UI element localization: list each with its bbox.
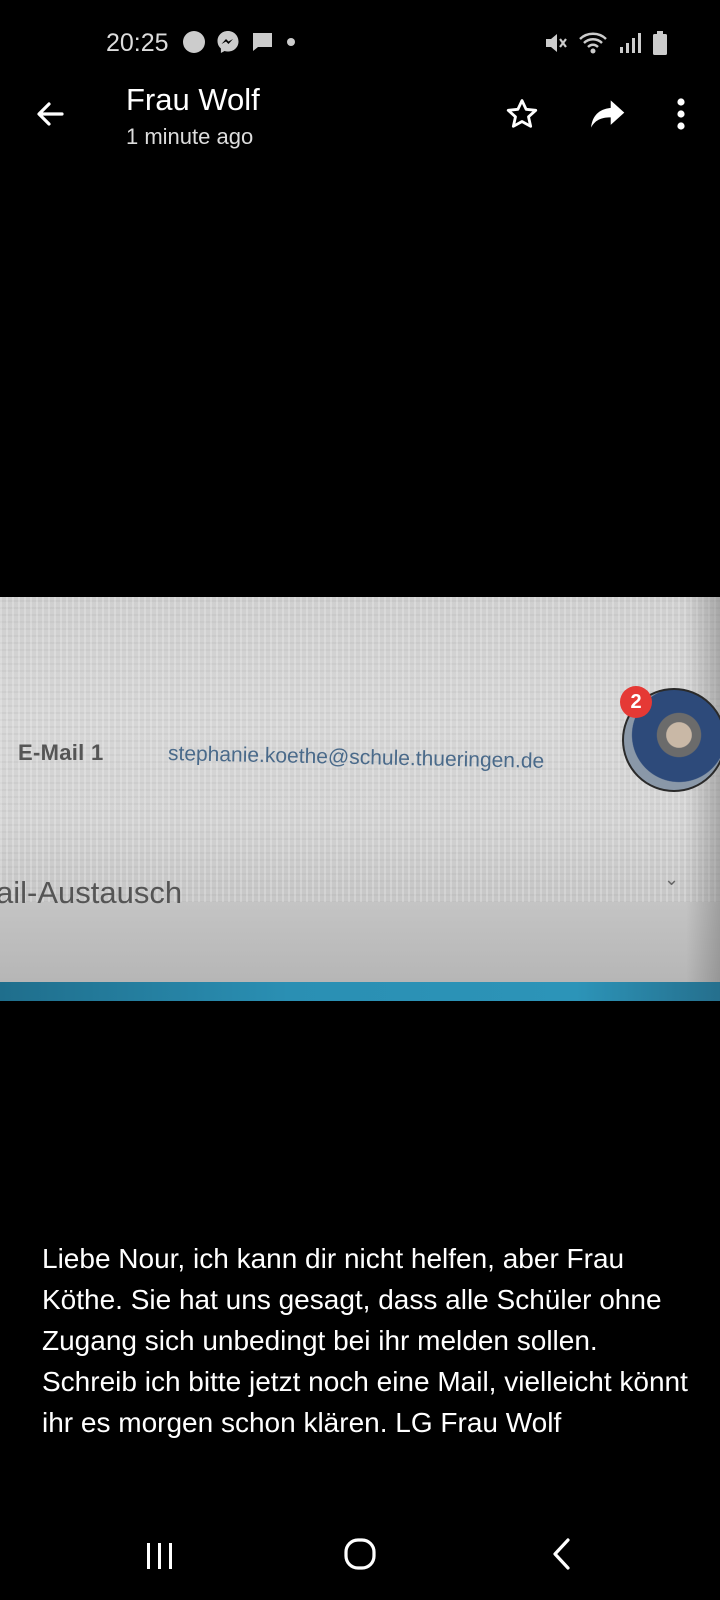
more-options-button[interactable]: [664, 92, 698, 136]
recent-apps-icon: [147, 1543, 172, 1569]
recent-apps-button[interactable]: [140, 1536, 180, 1576]
system-nav-bar: [0, 1520, 720, 1600]
arrow-left-icon: [37, 102, 64, 126]
unread-badge: 2: [620, 686, 652, 718]
star-icon: [506, 99, 538, 128]
photo-section-text: ail-Austausch: [0, 875, 183, 910]
message-caption: Liebe Nour, ich kann dir nicht helfen, a…: [42, 1243, 688, 1438]
battery-icon: [653, 31, 667, 55]
chevron-left-icon: [553, 1538, 570, 1570]
more-vertical-icon: [677, 98, 685, 130]
photo-lower-band: [0, 902, 720, 982]
star-button[interactable]: [500, 92, 544, 136]
chevron-down-icon: ⌄: [664, 869, 680, 889]
chat-head-bubble[interactable]: 2: [620, 686, 720, 798]
status-bar: 20:25: [0, 0, 720, 90]
wifi-icon: [579, 32, 607, 54]
shared-photo[interactable]: E-Mail 1 stephanie.koethe@schule.thuerin…: [0, 597, 720, 1001]
home-button[interactable]: [340, 1534, 380, 1574]
nav-back-button[interactable]: [542, 1534, 582, 1574]
mute-icon: [546, 34, 567, 52]
photo-email-label: E-Mail 1: [18, 740, 104, 765]
notification-icons: [182, 30, 298, 54]
sent-time: 1 minute ago: [126, 124, 254, 149]
circle-notification-icon: [183, 31, 205, 53]
forward-button[interactable]: [584, 92, 632, 136]
app-header: Frau Wolf 1 minute ago: [0, 80, 720, 160]
more-notifications-dot-icon: [287, 38, 295, 46]
messenger-icon: [217, 31, 239, 53]
chat-notification-icon: [252, 33, 272, 51]
status-clock: 20:25: [106, 29, 169, 57]
sender-name: Frau Wolf: [126, 82, 260, 117]
back-button[interactable]: [28, 92, 72, 136]
share-arrow-icon: [591, 100, 625, 128]
signal-icon: [620, 33, 641, 53]
photo-taskbar: [0, 982, 720, 1001]
system-icons: [542, 30, 668, 56]
home-icon: [344, 1538, 376, 1570]
